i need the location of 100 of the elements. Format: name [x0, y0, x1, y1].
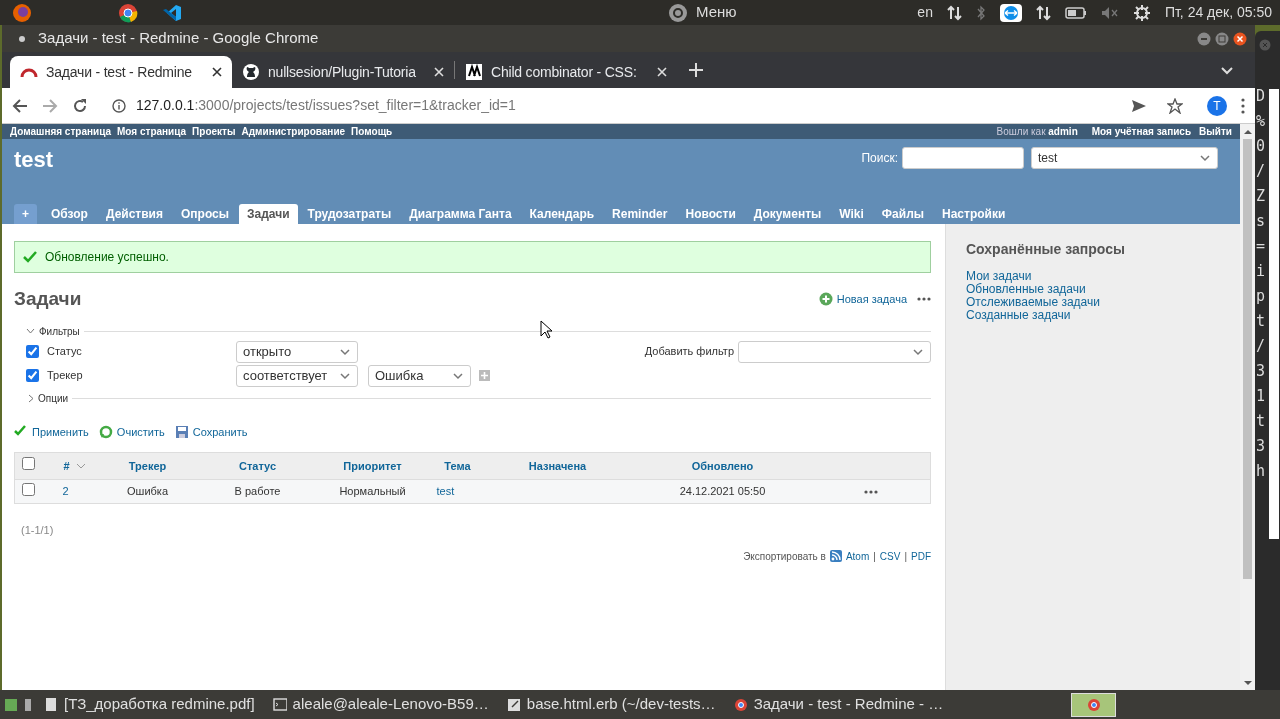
- tab-list-icon[interactable]: [1221, 64, 1233, 76]
- project-tab[interactable]: Документы: [745, 204, 830, 224]
- network-icon[interactable]: [1035, 4, 1051, 21]
- saved-query-link[interactable]: Отслеживаемые задачи: [966, 296, 1220, 309]
- account-link[interactable]: Моя учётная запись: [1091, 124, 1192, 139]
- export-link[interactable]: CSV: [879, 548, 901, 564]
- column-header[interactable]: Назначена: [528, 459, 587, 472]
- project-tab[interactable]: Новости: [677, 204, 744, 224]
- browser-tab[interactable]: Child combinator - CSS:: [455, 56, 677, 88]
- project-select[interactable]: test: [1031, 147, 1218, 169]
- url-text[interactable]: 127.0.0.1:3000/projects/test/issues?set_filter=1&tracker_id=1: [136, 95, 516, 116]
- column-header[interactable]: Статус: [238, 459, 277, 472]
- clock[interactable]: Пт, 24 дек, 05:50: [1164, 2, 1272, 23]
- browser-tab[interactable]: Задачи - test - Redmine: [10, 56, 232, 88]
- row-checkbox[interactable]: [22, 482, 36, 496]
- filter-checkbox[interactable]: [26, 345, 39, 358]
- saved-query-link[interactable]: Мои задачи: [966, 270, 1220, 283]
- star-icon[interactable]: [1167, 97, 1183, 114]
- column-header[interactable]: Обновлено: [691, 459, 754, 472]
- operator-select[interactable]: соответствует: [236, 364, 358, 387]
- muted-speaker-icon[interactable]: [1100, 5, 1119, 20]
- search-field[interactable]: [902, 147, 1024, 169]
- more-icon[interactable]: [864, 490, 879, 495]
- select-all-checkbox[interactable]: [22, 457, 36, 470]
- scrollbar-thumb[interactable]: [1243, 139, 1252, 579]
- taskbar-item[interactable]: Задачи - test - Redmine - …: [727, 691, 950, 718]
- remote-control-icon[interactable]: [999, 3, 1022, 22]
- project-tab[interactable]: Reminder: [604, 204, 676, 224]
- send-icon[interactable]: [1131, 98, 1147, 113]
- operator-select[interactable]: открыто: [236, 340, 358, 363]
- terminal-scrollbar[interactable]: [1269, 89, 1279, 539]
- back-icon[interactable]: [12, 97, 28, 114]
- close-icon[interactable]: [212, 67, 222, 77]
- rss-icon[interactable]: [829, 550, 842, 562]
- more-icon[interactable]: [917, 297, 931, 302]
- collapsed-chevron-icon[interactable]: [28, 393, 34, 403]
- column-header[interactable]: #: [63, 459, 70, 472]
- project-tab[interactable]: Диаграмма Ганта: [401, 204, 520, 224]
- expanded-chevron-icon[interactable]: [26, 328, 35, 334]
- firefox-icon[interactable]: [12, 2, 32, 23]
- terminal-text: h: [1256, 464, 1267, 482]
- minimize-button[interactable]: [1197, 31, 1211, 46]
- new-issue-link[interactable]: Новая задача: [836, 291, 907, 308]
- profile-avatar[interactable]: T: [1207, 95, 1227, 116]
- window-icon[interactable]: [24, 696, 32, 713]
- issue-id-link[interactable]: 2: [62, 485, 69, 497]
- project-tab[interactable]: Действия: [97, 204, 171, 224]
- top-menu-link[interactable]: Моя страница: [117, 124, 187, 139]
- keyboard-layout[interactable]: en: [917, 2, 933, 23]
- separator: |: [904, 549, 907, 564]
- battery-icon[interactable]: [1064, 6, 1087, 19]
- project-tab[interactable]: Wiki: [831, 204, 872, 224]
- top-menu-link[interactable]: Домашняя страница: [10, 124, 112, 139]
- column-header[interactable]: Трекер: [128, 459, 167, 472]
- export-link[interactable]: PDF: [911, 548, 931, 564]
- filters-legend[interactable]: Фильтры: [39, 323, 80, 339]
- project-tab[interactable]: Файлы: [873, 204, 932, 224]
- project-tab[interactable]: Трудозатраты: [299, 204, 400, 224]
- chrome-icon[interactable]: [118, 2, 138, 23]
- chevron-icon: [452, 370, 464, 381]
- chevron-icon: [339, 370, 351, 381]
- saved-query-link[interactable]: Созданные задачи: [966, 309, 1220, 322]
- scrollbar[interactable]: [1240, 124, 1255, 690]
- project-tab[interactable]: Настройки: [934, 204, 1014, 224]
- show-desktop-icon[interactable]: [4, 696, 18, 713]
- action-link[interactable]: Очистить: [116, 423, 165, 440]
- bluetooth-icon[interactable]: [975, 4, 986, 21]
- account-link[interactable]: Выйти: [1199, 124, 1232, 139]
- browser-tab[interactable]: nullsesion/Plugin-Tutoria: [232, 56, 454, 88]
- menu-label[interactable]: Меню: [696, 1, 737, 24]
- action-link[interactable]: Применить: [32, 423, 89, 440]
- top-menu-link[interactable]: Администрирование: [241, 124, 346, 139]
- value-select[interactable]: Ошибка: [368, 364, 471, 387]
- taskbar-item[interactable]: [ТЗ_доработка redmine.pdf]: [38, 691, 261, 718]
- transfer-arrows-icon[interactable]: [946, 4, 962, 21]
- scroll-down-icon[interactable]: [1243, 681, 1252, 686]
- more-menu-icon[interactable]: [1241, 97, 1245, 114]
- project-tab[interactable]: Обзор: [43, 204, 96, 224]
- code-editor-icon[interactable]: [162, 2, 182, 23]
- action-link[interactable]: Сохранить: [192, 423, 248, 440]
- project-tab[interactable]: Опросы: [173, 204, 237, 224]
- terminal-text: 1: [1256, 389, 1267, 407]
- export-link[interactable]: Atom: [845, 548, 870, 564]
- top-menu-link[interactable]: Проекты: [192, 124, 236, 139]
- menu-icon[interactable]: [668, 2, 688, 23]
- issue-subject-link[interactable]: test: [436, 485, 455, 497]
- saved-query-link[interactable]: Обновленные задачи: [966, 283, 1220, 296]
- terminal-text: Z: [1256, 189, 1267, 207]
- project-tab[interactable]: Календарь: [521, 204, 603, 224]
- workspace-switcher[interactable]: [1071, 692, 1116, 717]
- close-button[interactable]: [1233, 31, 1247, 46]
- taskbar-item[interactable]: aleale@aleale-Lenovo-B59…: [266, 691, 495, 718]
- taskbar-item[interactable]: base.html.erb (~/dev-tests…: [500, 691, 722, 718]
- top-menu-link[interactable]: Помощь: [351, 124, 393, 139]
- new-tab-icon[interactable]: [689, 63, 703, 77]
- options-legend[interactable]: Опции: [38, 390, 69, 406]
- scroll-up-icon[interactable]: [1243, 129, 1252, 134]
- project-tab[interactable]: Задачи: [239, 204, 298, 224]
- project-title: test: [14, 147, 54, 173]
- filter-checkbox[interactable]: [26, 369, 39, 382]
